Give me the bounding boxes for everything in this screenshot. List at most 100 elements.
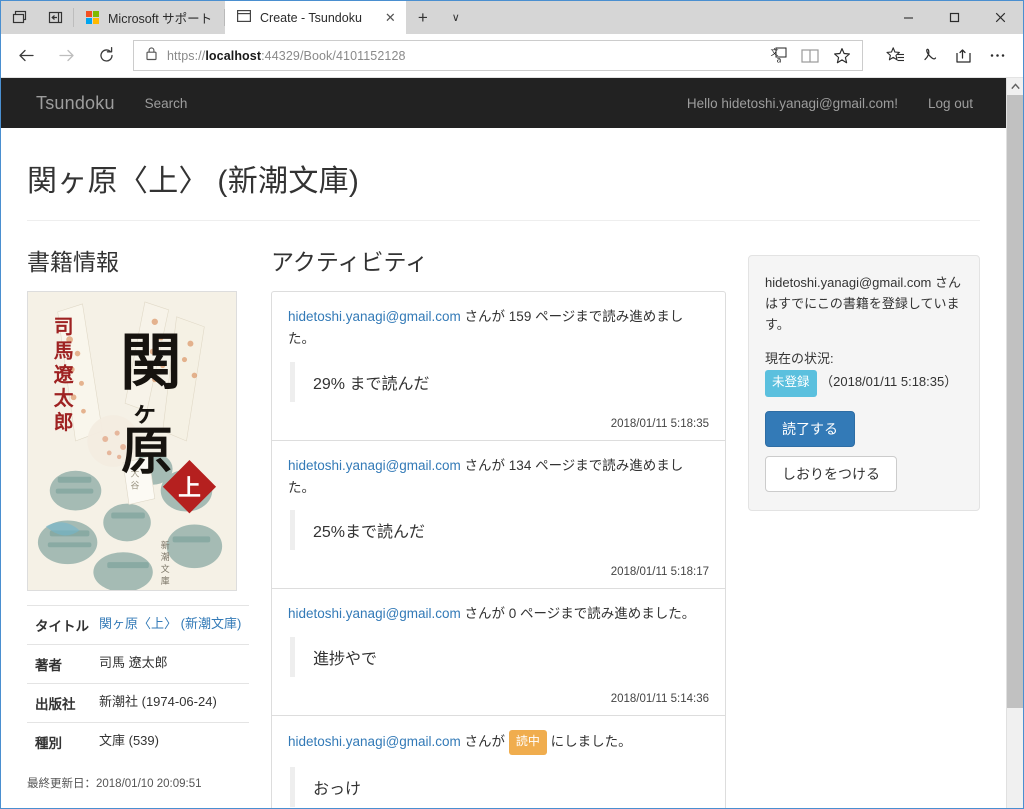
site-brand[interactable]: Tsundoku	[21, 93, 130, 114]
svg-text:馬: 馬	[54, 340, 74, 363]
chevron-down-icon[interactable]: ∨	[440, 1, 472, 34]
book-info-table: タイトル 関ヶ原〈上〉 (新潮文庫) 著者 司馬 遼太郎 出版社 新潮社 (19…	[27, 605, 249, 761]
site-navbar: Tsundoku Search Hello hidetoshi.yanagi@g…	[1, 78, 1006, 128]
activity-headline: hidetoshi.yanagi@gmail.com さんが 読中 にしました。	[288, 730, 709, 754]
tab-preview-icon[interactable]	[1, 1, 37, 34]
activity-timestamp: 2018/01/11 5:18:35	[288, 402, 709, 430]
activity-comment: 29% まで読んだ	[290, 362, 709, 402]
current-status-label: 現在の状況:	[765, 348, 963, 367]
reading-view-icon[interactable]	[796, 43, 824, 69]
svg-text:郎: 郎	[54, 411, 74, 434]
table-row: タイトル 関ヶ原〈上〉 (新潮文庫)	[27, 606, 249, 645]
book-info-column: 書籍情報	[27, 221, 249, 808]
translate-icon[interactable]: 文a	[764, 43, 792, 69]
activity-user-link[interactable]: hidetoshi.yanagi@gmail.com	[288, 606, 461, 621]
activity-user-link[interactable]: hidetoshi.yanagi@gmail.com	[288, 734, 461, 749]
web-note-icon[interactable]	[913, 40, 945, 72]
window-icon	[237, 10, 251, 25]
svg-text:谷: 谷	[131, 481, 140, 492]
share-icon[interactable]	[947, 40, 979, 72]
svg-text:潮: 潮	[161, 551, 170, 563]
minimize-button[interactable]	[885, 1, 931, 34]
activity-text: にしました。	[547, 734, 632, 749]
web-page: Tsundoku Search Hello hidetoshi.yanagi@g…	[1, 78, 1006, 808]
address-bar[interactable]: https://localhost:44329/Book/4101152128 …	[133, 40, 863, 71]
list-item: hidetoshi.yanagi@gmail.com さんが 読中 にしました。…	[272, 715, 725, 808]
activity-timestamp: 2018/01/11 5:18:17	[288, 550, 709, 578]
new-tab-button[interactable]: +	[406, 1, 440, 34]
tab-create-tsundoku[interactable]: Create - Tsundoku ✕	[225, 1, 406, 34]
list-item: hidetoshi.yanagi@gmail.com さんが 134 ページまで…	[272, 440, 725, 589]
info-value: 新潮社 (1974-06-24)	[99, 684, 249, 723]
scroll-up-button[interactable]	[1007, 78, 1023, 95]
forward-button[interactable]	[47, 37, 85, 75]
activity-comment: 25%まで読んだ	[290, 510, 709, 550]
activity-text: さんが 0 ページまで読み進めました。	[461, 606, 696, 621]
user-greeting[interactable]: Hello hidetoshi.yanagi@gmail.com!	[672, 96, 913, 111]
svg-text:関: 関	[120, 326, 181, 398]
info-label: 著者	[27, 645, 99, 684]
svg-text:遼: 遼	[54, 363, 74, 386]
book-cover-image: 大 谷 関 ヶ 原 司馬遼 太郎	[27, 291, 237, 591]
svg-text:文: 文	[161, 563, 170, 575]
table-row: 出版社 新潮社 (1974-06-24)	[27, 684, 249, 723]
page-title: 関ヶ原〈上〉 (新潮文庫)	[27, 128, 980, 221]
book-title-link[interactable]: 関ヶ原〈上〉 (新潮文庫)	[99, 616, 241, 631]
nav-link-search[interactable]: Search	[130, 96, 203, 111]
microsoft-logo-icon	[86, 11, 99, 24]
site-navbar-right: Hello hidetoshi.yanagi@gmail.com! Log ou…	[672, 96, 1006, 111]
registration-message: hidetoshi.yanagi@gmail.com さんはすでにこの書籍を登録…	[765, 272, 963, 335]
current-status-line: 未登録 （2018/01/11 5:18:35）	[765, 370, 963, 397]
activity-list: hidetoshi.yanagi@gmail.com さんが 159 ページまで…	[271, 291, 726, 808]
maximize-button[interactable]	[931, 1, 977, 34]
back-button[interactable]	[7, 37, 45, 75]
browser-toolbar: https://localhost:44329/Book/4101152128 …	[1, 34, 1023, 78]
hub-favorites-icon[interactable]	[879, 40, 911, 72]
list-item: hidetoshi.yanagi@gmail.com さんが 0 ページまで読み…	[272, 588, 725, 715]
favorite-star-icon[interactable]	[828, 43, 856, 69]
svg-text:司: 司	[54, 316, 74, 339]
tab-strip: Microsoft サポート Create - Tsundoku ✕ + ∨	[1, 1, 1023, 34]
info-label: 出版社	[27, 684, 99, 723]
activity-column: アクティビティ hidetoshi.yanagi@gmail.com さんが 1…	[249, 221, 748, 808]
book-info-heading: 書籍情報	[27, 243, 249, 277]
add-bookmark-button[interactable]: しおりをつける	[765, 456, 897, 492]
browser-action-icons	[871, 40, 1013, 72]
set-tabs-aside-icon[interactable]	[37, 1, 73, 34]
status-badge: 読中	[509, 730, 547, 754]
tab-title: Microsoft サポート	[108, 8, 212, 27]
scrollbar-track[interactable]	[1007, 95, 1023, 808]
svg-text:原: 原	[121, 422, 173, 482]
lock-icon	[145, 46, 158, 66]
svg-text:新: 新	[161, 539, 170, 551]
info-label: タイトル	[27, 606, 99, 645]
registration-status-panel: hidetoshi.yanagi@gmail.com さんはすでにこの書籍を登録…	[748, 255, 980, 511]
url-text: https://localhost:44329/Book/4101152128	[167, 49, 406, 63]
scrollbar-thumb[interactable]	[1007, 95, 1023, 708]
activity-headline: hidetoshi.yanagi@gmail.com さんが 0 ページまで読み…	[288, 603, 709, 625]
browser-viewport: Tsundoku Search Hello hidetoshi.yanagi@g…	[1, 78, 1023, 808]
refresh-button[interactable]	[87, 37, 125, 75]
page-scrollbar[interactable]	[1006, 78, 1023, 808]
status-timestamp: （2018/01/11 5:18:35）	[820, 374, 957, 389]
svg-text:上: 上	[178, 476, 201, 502]
close-icon[interactable]: ✕	[371, 11, 396, 24]
activity-text: さんが	[461, 734, 509, 749]
close-button[interactable]	[977, 1, 1023, 34]
finish-reading-button[interactable]: 読了する	[765, 411, 855, 447]
page-columns: 書籍情報	[1, 221, 1006, 808]
activity-user-link[interactable]: hidetoshi.yanagi@gmail.com	[288, 309, 461, 324]
activity-user-link[interactable]: hidetoshi.yanagi@gmail.com	[288, 458, 461, 473]
last-modified-text: 最終更新日：2018/01/10 20:09:51	[27, 761, 249, 791]
status-panel-column: hidetoshi.yanagi@gmail.com さんはすでにこの書籍を登録…	[748, 221, 980, 808]
logout-link[interactable]: Log out	[913, 96, 988, 111]
info-value: 文庫 (539)	[99, 723, 249, 762]
table-row: 種別 文庫 (539)	[27, 723, 249, 762]
more-settings-icon[interactable]	[981, 40, 1013, 72]
info-label: 種別	[27, 723, 99, 762]
table-row: 著者 司馬 遼太郎	[27, 645, 249, 684]
browser-window: Microsoft サポート Create - Tsundoku ✕ + ∨	[0, 0, 1024, 809]
activity-timestamp: 2018/01/11 5:14:36	[288, 677, 709, 705]
window-controls	[885, 1, 1023, 34]
tab-microsoft-support[interactable]: Microsoft サポート	[74, 1, 224, 34]
